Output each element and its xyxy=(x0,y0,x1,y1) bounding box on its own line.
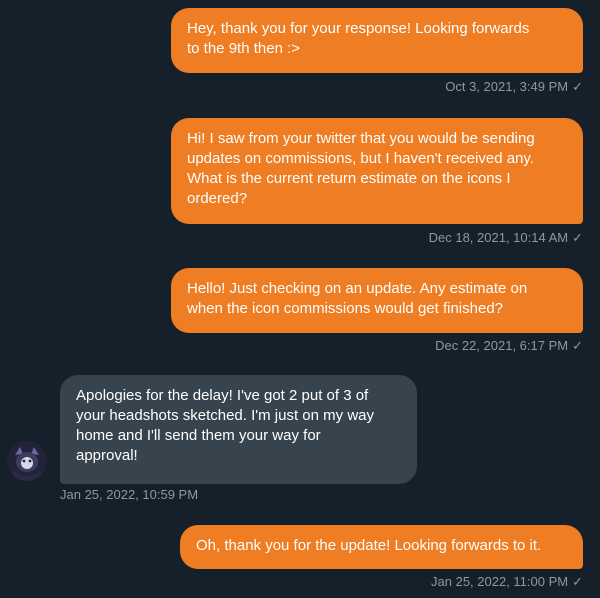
check-icon: ✓ xyxy=(572,574,583,589)
check-icon: ✓ xyxy=(572,230,583,245)
check-icon: ✓ xyxy=(572,338,583,353)
sent-message-bubble[interactable]: Hello! Just checking on an update. Any e… xyxy=(171,268,583,333)
avatar-icon[interactable] xyxy=(7,441,47,481)
message-timestamp: Jan 25, 2022, 10:59 PM xyxy=(60,487,198,503)
sent-message-bubble[interactable]: Hi! I saw from your twitter that you wou… xyxy=(171,118,583,224)
received-message-bubble[interactable]: Apologies for the delay! I've got 2 put … xyxy=(60,375,417,484)
message-timestamp: Dec 18, 2021, 10:14 AM ✓ xyxy=(429,230,583,246)
message-timestamp: Dec 22, 2021, 6:17 PM ✓ xyxy=(435,338,583,354)
timestamp-text: Jan 25, 2022, 11:00 PM xyxy=(431,574,569,589)
message-thread: Hey, thank you for your response! Lookin… xyxy=(0,0,600,598)
timestamp-text: Oct 3, 2021, 3:49 PM xyxy=(445,79,569,94)
sent-message-bubble[interactable]: Hey, thank you for your response! Lookin… xyxy=(171,8,583,73)
timestamp-text: Dec 22, 2021, 6:17 PM xyxy=(435,338,569,353)
message-timestamp: Oct 3, 2021, 3:49 PM ✓ xyxy=(445,79,583,95)
check-icon: ✓ xyxy=(572,79,583,94)
timestamp-text: Dec 18, 2021, 10:14 AM xyxy=(428,230,569,245)
sent-message-bubble[interactable]: Oh, thank you for the update! Looking fo… xyxy=(180,525,583,569)
timestamp-text: Jan 25, 2022, 10:59 PM xyxy=(60,487,199,502)
message-timestamp: Jan 25, 2022, 11:00 PM ✓ xyxy=(431,574,583,590)
